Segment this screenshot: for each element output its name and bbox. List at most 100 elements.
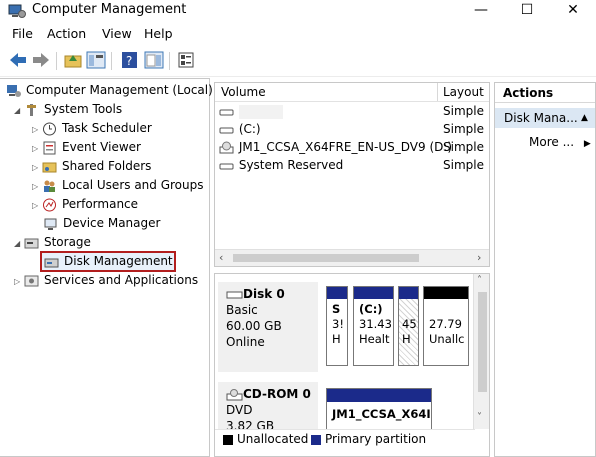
computer-management-icon	[7, 84, 21, 97]
disk0-info[interactable]: Disk 0 Basic 60.00 GB Online	[218, 282, 318, 372]
partition-recovery[interactable]: 45 H	[398, 286, 419, 366]
toolbar: ?	[0, 44, 596, 77]
unallocated-swatch	[223, 435, 233, 445]
tree-item-root[interactable]: Computer Management (Local)	[6, 81, 213, 100]
vertical-scrollbar[interactable]: ˄ ˅	[473, 274, 489, 429]
show-hide-tree-icon[interactable]	[86, 51, 106, 69]
properties-icon[interactable]	[177, 51, 197, 69]
toolbar-separator	[56, 52, 57, 70]
volume-name: System Reserved	[238, 158, 344, 172]
maximize-button[interactable]: ☐	[504, 0, 550, 22]
tree-item-system-tools[interactable]: ◢ System Tools	[14, 100, 122, 119]
unallocated-band	[424, 287, 468, 299]
legend: Unallocated Primary partition	[215, 429, 475, 456]
tree-item-performance[interactable]: ▷ Performance	[32, 195, 138, 214]
actions-more[interactable]: More ... ▶	[529, 135, 591, 149]
disk-icon	[226, 291, 243, 298]
collapsed-arrow-icon[interactable]: ▷	[32, 125, 38, 134]
window-title: Computer Management	[32, 2, 187, 17]
partition-system-reserved[interactable]: S 3! H	[326, 286, 348, 366]
column-header-volume[interactable]: Volume	[221, 85, 266, 99]
scroll-right-icon[interactable]: ›	[477, 251, 481, 264]
volume-layout: Simple	[443, 104, 484, 118]
expanded-arrow-icon[interactable]: ◢	[14, 106, 20, 115]
primary-swatch	[311, 435, 321, 445]
primary-partition-band	[354, 287, 393, 299]
tree-label: Device Manager	[63, 216, 161, 230]
legend-primary: Primary partition	[325, 432, 427, 446]
volume-name	[238, 104, 283, 119]
cdrom-partition[interactable]: JM1_CCSA_X64I	[326, 388, 432, 434]
scrollbar-thumb[interactable]	[233, 254, 419, 262]
volume-layout: Simple	[443, 122, 484, 136]
minimize-icon: —	[474, 2, 488, 18]
minimize-button[interactable]: —	[458, 0, 504, 22]
expanded-arrow-icon[interactable]: ◢	[14, 239, 20, 248]
actions-section-disk-management[interactable]: Disk Mana... ▲	[495, 108, 595, 128]
volume-row[interactable]: Simple	[219, 102, 489, 120]
dvd-drive-icon	[219, 141, 234, 153]
services-icon	[24, 275, 39, 286]
column-divider[interactable]	[437, 83, 438, 101]
tools-icon	[26, 103, 36, 116]
collapsed-arrow-icon[interactable]: ▷	[32, 163, 38, 172]
horizontal-scrollbar[interactable]: ‹ ›	[215, 249, 489, 266]
forward-arrow-icon[interactable]	[31, 51, 51, 69]
volume-row[interactable]: System Reserved Simple	[219, 156, 489, 174]
collapsed-arrow-icon[interactable]: ▷	[32, 144, 38, 153]
volume-row[interactable]: JM1_CCSA_X64FRE_EN-US_DV9 (D:) Simple	[219, 138, 489, 156]
cdrom-partition-label: JM1_CCSA_X64I	[332, 407, 431, 421]
collapsed-arrow-icon[interactable]: ▷	[32, 182, 38, 191]
toolbar-separator	[111, 52, 112, 70]
partition-size: 3!	[332, 317, 344, 331]
close-button[interactable]: ✕	[550, 0, 596, 22]
menu-action[interactable]: Action	[47, 26, 86, 41]
tree-label: Performance	[61, 197, 139, 211]
partition-label: S	[332, 302, 341, 316]
submenu-arrow-icon: ▶	[583, 139, 591, 149]
menu-view[interactable]: View	[102, 26, 132, 41]
cdrom0-info[interactable]: CD-ROM 0 DVD 3.82 GB	[218, 382, 318, 434]
tree-item-device-manager[interactable]: Device Manager	[43, 214, 160, 233]
tree-item-event-viewer[interactable]: ▷ Event Viewer	[32, 138, 141, 157]
back-arrow-icon[interactable]	[8, 51, 28, 69]
up-folder-icon[interactable]	[63, 51, 83, 69]
show-action-pane-icon[interactable]	[144, 51, 164, 69]
tree-item-disk-management[interactable]: Disk Management	[40, 251, 176, 272]
collapsed-arrow-icon[interactable]: ▷	[14, 277, 20, 286]
disk0-status: Online	[226, 335, 265, 349]
cdrom-icon	[226, 388, 243, 400]
partition-unallocated[interactable]: 27.79 Unallc	[423, 286, 469, 366]
collapse-arrow-icon[interactable]: ▲	[581, 108, 588, 128]
help-icon[interactable]: ?	[120, 51, 140, 69]
disk-graphical-view: Disk 0 Basic 60.00 GB Online S 3! H (C:) 31…	[214, 273, 490, 457]
tree-label: Services and Applications	[43, 273, 199, 287]
menu-help[interactable]: Help	[144, 26, 173, 41]
column-header-layout[interactable]: Layout	[443, 85, 484, 99]
cdrom0-type: DVD	[226, 403, 253, 417]
partition-c[interactable]: (C:) 31.43 Healt	[353, 286, 394, 366]
disk0-size: 60.00 GB	[226, 319, 282, 333]
tree-item-shared-folders[interactable]: ▷ Shared Folders	[32, 157, 151, 176]
scroll-left-icon[interactable]: ‹	[219, 251, 223, 264]
menu-file[interactable]: File	[12, 26, 33, 41]
actions-section-label: Disk Mana...	[504, 111, 578, 125]
tree-label: Disk Management	[64, 254, 173, 268]
disk-management-icon	[44, 258, 59, 267]
tree-item-local-users[interactable]: ▷ Local Users and Groups	[32, 176, 204, 195]
volume-row[interactable]: (C:) Simple	[219, 120, 489, 138]
partition-size: 27.79	[429, 317, 462, 331]
scrollbar-thumb[interactable]	[478, 292, 487, 392]
tree-item-task-scheduler[interactable]: ▷ Task Scheduler	[32, 119, 152, 138]
tree-item-storage[interactable]: ◢ Storage	[14, 233, 91, 252]
tree-item-services[interactable]: ▷ Services and Applications	[14, 271, 198, 290]
computer-management-icon	[8, 4, 26, 18]
tree-label: Local Users and Groups	[61, 178, 204, 192]
scroll-up-icon[interactable]: ˄	[477, 275, 482, 286]
scroll-down-icon[interactable]: ˅	[477, 412, 482, 423]
drive-icon	[219, 109, 234, 115]
clock-icon	[42, 122, 56, 135]
tree-label: Task Scheduler	[61, 121, 152, 135]
collapsed-arrow-icon[interactable]: ▷	[32, 201, 38, 210]
partition-status: H	[402, 332, 411, 346]
